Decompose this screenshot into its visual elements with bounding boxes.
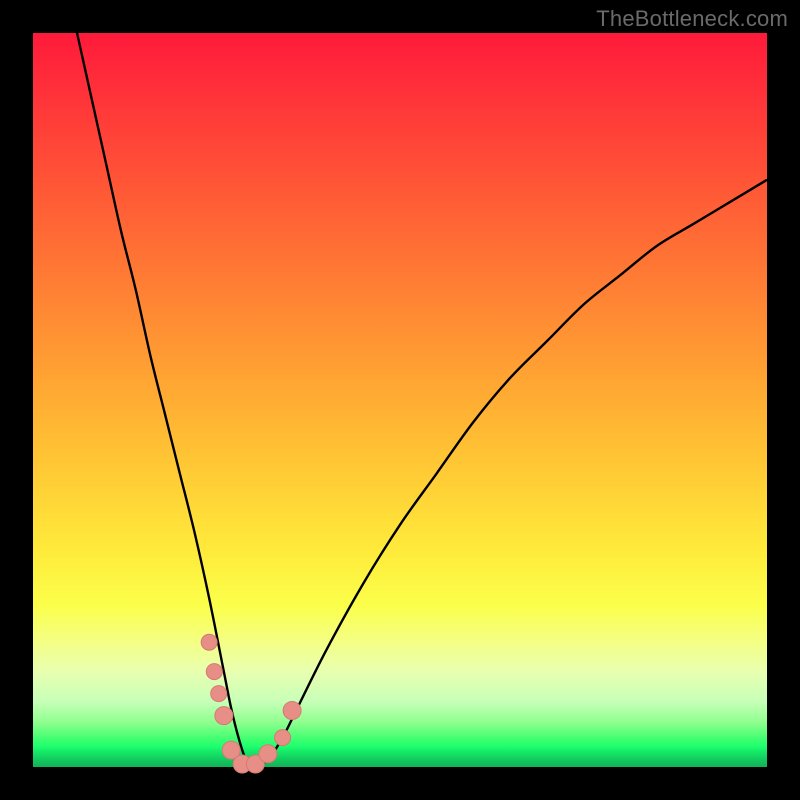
data-marker	[283, 701, 301, 719]
data-marker	[201, 634, 217, 650]
data-marker	[215, 707, 233, 725]
data-marker	[275, 730, 291, 746]
chart-frame: TheBottleneck.com	[0, 0, 800, 800]
data-marker	[259, 745, 277, 763]
data-marker	[211, 686, 227, 702]
data-marker	[206, 664, 222, 680]
bottleneck-curve	[77, 33, 767, 767]
chart-svg	[33, 33, 767, 767]
chart-plot-area	[33, 33, 767, 767]
marker-group	[201, 634, 301, 773]
watermark-text: TheBottleneck.com	[596, 6, 788, 32]
